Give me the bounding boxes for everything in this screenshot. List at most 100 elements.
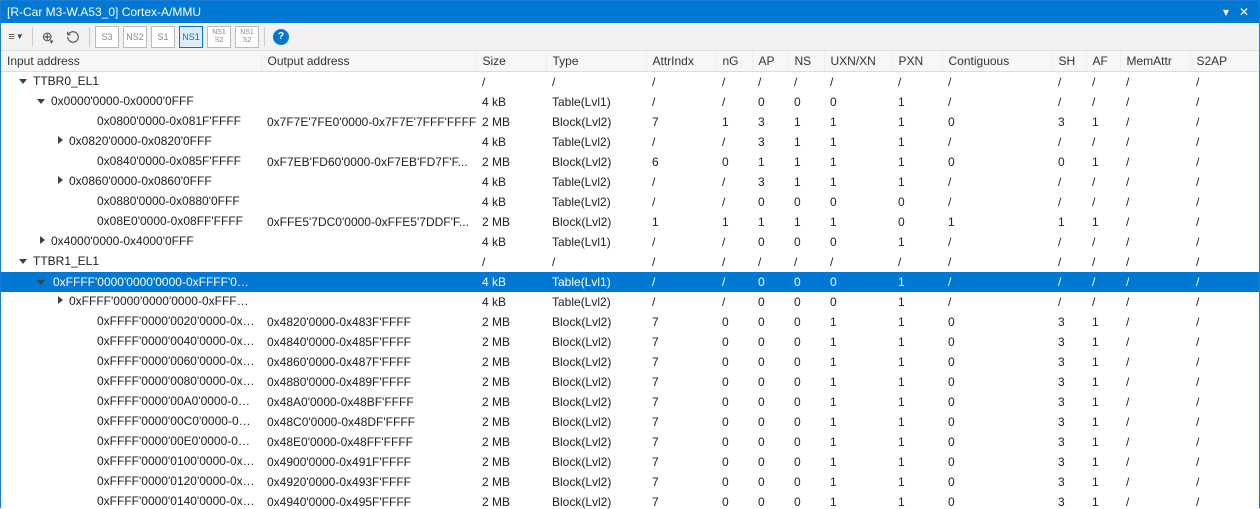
chevron-down-icon[interactable] xyxy=(19,76,29,86)
cell-input: 0x08E0'0000-0x08FF'FFFF xyxy=(1,212,261,232)
table-row[interactable]: 0xFFFF'0000'0040'0000-0xFFFF'0000'00x484… xyxy=(1,332,1259,352)
table-row[interactable]: 0xFFFF'0000'0100'0000-0xFFFF'0000'00x490… xyxy=(1,452,1259,472)
input-address-label: 0xFFFF'0000'0120'0000-0xFFFF'0000'0 xyxy=(97,474,255,488)
menu-button[interactable]: ≡▼ xyxy=(5,26,27,48)
cell-type: Table(Lvl2) xyxy=(546,192,646,212)
table-row[interactable]: 0x0860'0000-0x0860'0FFF4 kBTable(Lvl2)//… xyxy=(1,172,1259,192)
table-row[interactable]: 0x0000'0000-0x0000'0FFF4 kBTable(Lvl1)//… xyxy=(1,92,1259,112)
col-header-uxn[interactable]: UXN/XN xyxy=(824,51,892,72)
col-header-ng[interactable]: nG xyxy=(716,51,752,72)
cell-output xyxy=(261,132,476,152)
cell-input: 0xFFFF'0000'0000'0000-0xFFFF'0000'000 xyxy=(1,272,261,292)
cell-s2ap: / xyxy=(1190,92,1259,112)
table-row[interactable]: 0xFFFF'0000'0080'0000-0xFFFF'0000'00x488… xyxy=(1,372,1259,392)
input-address-label: 0xFFFF'0000'0100'0000-0xFFFF'0000'0 xyxy=(97,454,255,468)
close-icon[interactable]: ✕ xyxy=(1235,3,1253,21)
cell-contig: 0 xyxy=(942,432,1052,452)
cell-size: 2 MB xyxy=(476,352,546,372)
chevron-right-icon[interactable] xyxy=(37,236,47,246)
table-row[interactable]: 0xFFFF'0000'0120'0000-0xFFFF'0000'00x492… xyxy=(1,472,1259,492)
cell-input: 0xFFFF'0000'0060'0000-0xFFFF'0000'0 xyxy=(1,352,261,372)
cell-sh: 1 xyxy=(1052,212,1086,232)
col-header-sh[interactable]: SH xyxy=(1052,51,1086,72)
col-header-input[interactable]: Input address xyxy=(1,51,261,72)
col-header-type[interactable]: Type xyxy=(546,51,646,72)
table-row[interactable]: 0xFFFF'0000'0000'0000-0xFFFF'0000'04 kBT… xyxy=(1,292,1259,312)
cell-ns: / xyxy=(788,252,824,272)
table-row[interactable]: TTBR0_EL1///////////// xyxy=(1,72,1259,92)
cell-ng: 0 xyxy=(716,432,752,452)
cell-uxn: 0 xyxy=(824,92,892,112)
cell-contig: 0 xyxy=(942,452,1052,472)
col-header-attr[interactable]: AttrIndx xyxy=(646,51,716,72)
cell-contig: 0 xyxy=(942,372,1052,392)
col-header-output[interactable]: Output address xyxy=(261,51,476,72)
cell-output xyxy=(261,72,476,92)
col-header-s2ap[interactable]: S2AP xyxy=(1190,51,1259,72)
col-header-contig[interactable]: Contiguous xyxy=(942,51,1052,72)
cell-ns: 0 xyxy=(788,492,824,509)
chevron-down-icon[interactable] xyxy=(37,277,47,287)
mode-button-ns1[interactable]: NS1 xyxy=(179,26,203,48)
col-header-ap[interactable]: AP xyxy=(752,51,788,72)
refresh-button[interactable] xyxy=(62,26,84,48)
chevron-right-icon[interactable] xyxy=(55,296,65,306)
cell-output xyxy=(261,252,476,272)
table-row[interactable]: 0xFFFF'0000'0020'0000-0xFFFF'0000'00x482… xyxy=(1,312,1259,332)
cell-size: 4 kB xyxy=(476,292,546,312)
cell-ap: 0 xyxy=(752,492,788,509)
table-row[interactable]: 0xFFFF'0000'0000'0000-0xFFFF'0000'0004 k… xyxy=(1,272,1259,292)
col-header-size[interactable]: Size xyxy=(476,51,546,72)
cell-input: 0xFFFF'0000'0020'0000-0xFFFF'0000'0 xyxy=(1,312,261,332)
table-row[interactable]: 0xFFFF'0000'00A0'0000-0xFFFF'0000'00x48A… xyxy=(1,392,1259,412)
table-row[interactable]: 0x0820'0000-0x0820'0FFF4 kBTable(Lvl2)//… xyxy=(1,132,1259,152)
col-header-pxn[interactable]: PXN xyxy=(892,51,942,72)
cell-s2ap: / xyxy=(1190,332,1259,352)
chevron-down-icon[interactable] xyxy=(19,256,29,266)
table-row[interactable]: 0x0880'0000-0x0880'0FFF4 kBTable(Lvl2)//… xyxy=(1,192,1259,212)
mode-button-s3[interactable]: S3 xyxy=(95,26,119,48)
cell-ns: 1 xyxy=(788,152,824,172)
col-header-af[interactable]: AF xyxy=(1086,51,1120,72)
cell-output: 0x4820'0000-0x483F'FFFF xyxy=(261,312,476,332)
table-row[interactable]: 0x08E0'0000-0x08FF'FFFF0xFFE5'7DC0'0000-… xyxy=(1,212,1259,232)
col-header-memattr[interactable]: MemAttr xyxy=(1120,51,1190,72)
table-row[interactable]: 0x0840'0000-0x085F'FFFF0xF7EB'FD60'0000-… xyxy=(1,152,1259,172)
table-row[interactable]: 0xFFFF'0000'00E0'0000-0xFFFF'0000'00x48E… xyxy=(1,432,1259,452)
table-row[interactable]: 0x4000'0000-0x4000'0FFF4 kBTable(Lvl1)//… xyxy=(1,232,1259,252)
table-row[interactable]: 0xFFFF'0000'0060'0000-0xFFFF'0000'00x486… xyxy=(1,352,1259,372)
cell-pxn: 1 xyxy=(892,292,942,312)
table-row[interactable]: 0xFFFF'0000'00C0'0000-0xFFFF'0000'00x48C… xyxy=(1,412,1259,432)
cell-s2ap: / xyxy=(1190,372,1259,392)
cell-type: Table(Lvl2) xyxy=(546,172,646,192)
cell-ng: / xyxy=(716,252,752,272)
mode-button-ns2[interactable]: NS2 xyxy=(123,26,147,48)
mode-button-s1[interactable]: S1 xyxy=(151,26,175,48)
table-row[interactable]: TTBR1_EL1///////////// xyxy=(1,252,1259,272)
table-row[interactable]: 0xFFFF'0000'0140'0000-0xFFFF'0000'00x494… xyxy=(1,492,1259,509)
cell-contig: 1 xyxy=(942,212,1052,232)
cell-attr: / xyxy=(646,292,716,312)
cell-pxn: 0 xyxy=(892,212,942,232)
mmu-table-scroll[interactable]: Input addressOutput addressSizeTypeAttrI… xyxy=(1,51,1259,509)
col-header-ns[interactable]: NS xyxy=(788,51,824,72)
mmu-table: Input addressOutput addressSizeTypeAttrI… xyxy=(1,51,1259,509)
minimize-icon[interactable]: ▾ xyxy=(1217,3,1235,21)
cell-af: / xyxy=(1086,252,1120,272)
cell-size: / xyxy=(476,72,546,92)
mode-button-ns1s2[interactable]: NS1S2 xyxy=(207,26,231,48)
cell-s2ap: / xyxy=(1190,172,1259,192)
cell-uxn: 1 xyxy=(824,452,892,472)
table-row[interactable]: 0x0800'0000-0x081F'FFFF0x7F7E'7FE0'0000-… xyxy=(1,112,1259,132)
cell-pxn: 1 xyxy=(892,372,942,392)
chevron-right-icon[interactable] xyxy=(55,176,65,186)
chevron-right-icon[interactable] xyxy=(55,136,65,146)
input-address-label: 0xFFFF'0000'0140'0000-0xFFFF'0000'0 xyxy=(97,494,255,508)
target-button[interactable]: ⊕▾ xyxy=(38,26,60,48)
mode-button-ns1s2[interactable]: NS1S2 xyxy=(235,26,259,48)
cell-size: / xyxy=(476,252,546,272)
chevron-down-icon[interactable] xyxy=(37,96,47,106)
help-button[interactable]: ? xyxy=(270,26,292,48)
cell-input: 0xFFFF'0000'0000'0000-0xFFFF'0000'0 xyxy=(1,292,261,312)
cell-input: 0xFFFF'0000'0120'0000-0xFFFF'0000'0 xyxy=(1,472,261,492)
